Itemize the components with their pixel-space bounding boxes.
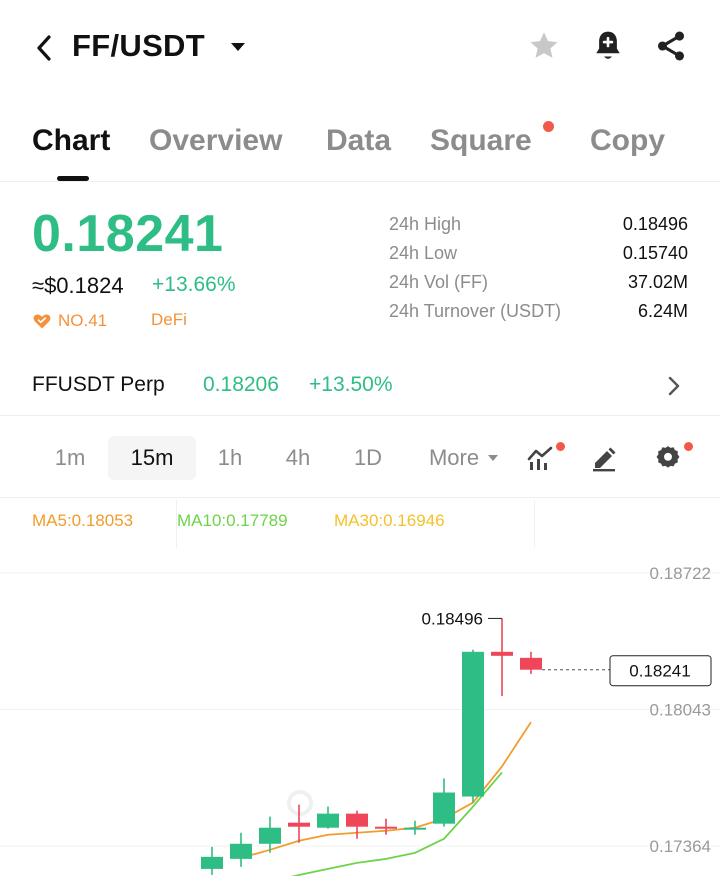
stat-low-value: 0.15740: [622, 243, 688, 263]
candle-body: [433, 792, 455, 824]
heart-rank-icon: [33, 314, 51, 329]
interval-1d[interactable]: 1D: [338, 436, 398, 480]
top-bar: FF/USDT: [0, 0, 720, 96]
more-label: More: [428, 445, 480, 470]
perp-name: FFUSDT Perp: [32, 373, 165, 396]
stat-high-label: 24h High: [389, 214, 462, 234]
pair-dropdown-icon[interactable]: [229, 36, 247, 58]
indicators-badge: [556, 442, 565, 451]
active-tab-indicator: [57, 176, 89, 181]
pair-title[interactable]: FF/USDT: [72, 28, 205, 64]
moving-average-legend: MA5:0.18053 MA10:0.17789 MA30:0.16946: [0, 500, 720, 548]
last-price: 0.18241: [32, 205, 224, 263]
candle-body: [404, 827, 426, 830]
candle-body: [375, 826, 397, 829]
perp-change: +13.50%: [309, 373, 393, 396]
stat-volume-value: 37.02M: [627, 272, 688, 292]
perp-contract-row[interactable]: FFUSDT Perp 0.18206 +13.50%: [0, 356, 720, 416]
sector-tag[interactable]: DeFi: [151, 310, 187, 330]
stat-turnover-value: 6.24M: [637, 301, 688, 321]
candle-body: [520, 657, 542, 670]
stat-volume-label: 24h Vol (FF): [389, 272, 489, 292]
settings-badge: [684, 442, 693, 451]
tab-square-badge: [543, 121, 554, 132]
candlestick-chart[interactable]: 0.18722 0.18043 0.17364 0.18496 0.18241: [0, 548, 720, 876]
ma10-label: MA10:0.17789: [177, 511, 288, 530]
draw-tool-icon[interactable]: [584, 440, 624, 476]
y-axis-tick-label: 0.17364: [650, 837, 711, 856]
y-axis-tick-label: 0.18722: [650, 564, 711, 583]
divider: [534, 500, 535, 548]
tab-chart[interactable]: Chart: [32, 124, 110, 158]
tab-copy[interactable]: Copy: [590, 124, 665, 158]
share-icon[interactable]: [651, 26, 691, 66]
candle-body: [317, 813, 339, 828]
usd-price: ≈$0.1824: [32, 273, 124, 298]
stat-low-label: 24h Low: [389, 243, 458, 263]
chart-settings-gear-icon[interactable]: [648, 440, 688, 476]
caret-down-icon: [487, 452, 499, 464]
interval-1h[interactable]: 1h: [200, 436, 260, 480]
tab-overview[interactable]: Overview: [149, 124, 282, 158]
candle-body: [491, 651, 513, 656]
interval-4h[interactable]: 4h: [268, 436, 328, 480]
y-axis-tick-label: 0.18043: [650, 701, 711, 720]
ma30-label: MA30:0.16946: [334, 511, 445, 530]
chart-canvas: 0.18722 0.18043 0.17364 0.18496 0.18241: [0, 564, 720, 876]
candle-body: [462, 651, 484, 797]
candle-body: [259, 827, 281, 844]
ma5-label: MA5:0.18053: [32, 511, 134, 530]
interval-more-dropdown[interactable]: More: [416, 436, 512, 480]
main-tabs: Chart Overview Data Square Copy: [0, 104, 720, 182]
favorite-star-icon[interactable]: [524, 26, 564, 66]
interval-1m[interactable]: 1m: [40, 436, 100, 480]
chevron-right-icon: [664, 372, 684, 400]
interval-toolbar: 1m 15m 1h 4h 1D More: [0, 418, 720, 498]
perp-price: 0.18206: [203, 373, 279, 396]
price-change-percent: +13.66%: [152, 273, 236, 296]
tab-data[interactable]: Data: [326, 124, 391, 158]
high-price-label: 0.18496: [422, 609, 483, 628]
rank-label: NO.41: [58, 311, 108, 330]
back-arrow-icon[interactable]: [30, 30, 58, 66]
candle-body: [230, 843, 252, 859]
last-price-label: 0.18241: [629, 662, 690, 681]
interval-15m[interactable]: 15m: [108, 436, 196, 480]
watermark-logo: [287, 790, 313, 816]
candle-body: [201, 856, 223, 869]
candle-body: [288, 822, 310, 827]
stat-high-value: 0.18496: [622, 214, 688, 234]
stat-turnover-label: 24h Turnover (USDT): [389, 301, 562, 321]
rank-badge[interactable]: NO.41: [32, 309, 107, 333]
price-alert-bell-icon[interactable]: [588, 26, 628, 66]
candle-body: [346, 813, 368, 827]
tab-square[interactable]: Square: [430, 124, 532, 158]
